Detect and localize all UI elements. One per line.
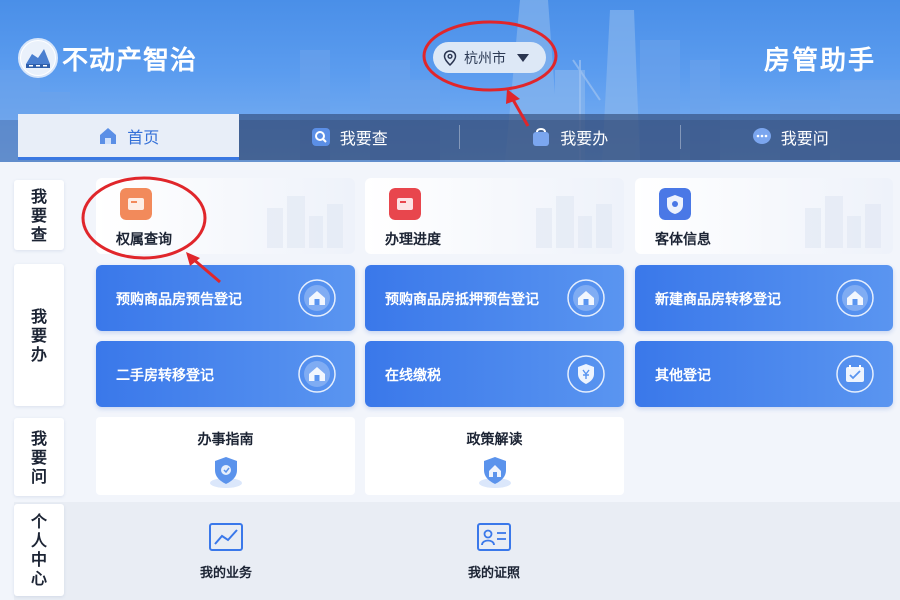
section-label-handle: 我要办 <box>14 264 64 406</box>
card-label: 权属查询 <box>116 232 172 248</box>
card-label: 预购商品房预告登记 <box>116 292 242 308</box>
personal-item-label: 我的证照 <box>467 566 520 581</box>
object-info-icon <box>659 188 691 220</box>
card-label: 在线缴税 <box>385 368 441 384</box>
card-presale-mortgage-registration[interactable]: 预购商品房抵押预告登记 <box>365 265 624 331</box>
card-label: 新建商品房转移登记 <box>655 292 781 308</box>
house-icon <box>298 355 336 393</box>
tab-label: 我要问 <box>780 129 829 148</box>
tab-query[interactable]: 我要查 <box>239 114 460 160</box>
tab-label: 我要办 <box>560 129 609 148</box>
chevron-down-icon <box>517 53 529 62</box>
guide-shield-icon <box>209 457 242 488</box>
tab-handle[interactable]: 我要办 <box>459 114 680 160</box>
card-presale-notice-registration[interactable]: 预购商品房预告登记 <box>96 265 355 331</box>
buildings-decoration <box>536 196 612 248</box>
section-label-query: 我要查 <box>14 180 64 250</box>
app-title: 不动产智治 <box>62 46 198 76</box>
card-label: 二手房转移登记 <box>116 368 214 384</box>
card-second-hand-transfer-registration[interactable]: 二手房转移登记 <box>96 341 355 407</box>
section-label-text: 个人中心 <box>30 512 47 588</box>
card-new-house-transfer-registration[interactable]: 新建商品房转移登记 <box>635 265 893 331</box>
buildings-decoration <box>267 196 343 248</box>
chat-icon <box>752 128 771 144</box>
city-selector[interactable]: 杭州市 <box>433 42 546 73</box>
section-label-ask: 我要问 <box>14 418 64 496</box>
tax-shield-icon <box>567 355 605 393</box>
house-icon <box>836 279 874 317</box>
calendar-check-icon <box>836 355 874 393</box>
section-label-personal: 个人中心 <box>14 504 64 596</box>
app-page: 不动产智治 房管助手 杭州市 首页 我要查 我要办 我要问 我要查 我要办 我要… <box>0 0 900 600</box>
header-banner: 不动产智治 房管助手 杭州市 首页 我要查 我要办 我要问 <box>0 0 900 162</box>
house-icon <box>567 279 605 317</box>
card-object-info[interactable]: 客体信息 <box>635 178 893 254</box>
my-certificates-item[interactable]: 我的证照 <box>434 508 554 588</box>
card-ownership-query[interactable]: 权属查询 <box>96 178 355 254</box>
progress-icon <box>389 188 421 220</box>
tab-home[interactable]: 首页 <box>18 114 239 160</box>
page-title: 房管助手 <box>763 46 876 76</box>
card-other-registration[interactable]: 其他登记 <box>635 341 893 407</box>
card-online-tax-payment[interactable]: 在线缴税 <box>365 341 624 407</box>
card-label: 政策解读 <box>466 432 523 448</box>
card-progress[interactable]: 办理进度 <box>365 178 624 254</box>
my-business-item[interactable]: 我的业务 <box>166 508 286 588</box>
chart-icon <box>209 523 243 551</box>
home-icon <box>100 127 117 144</box>
search-doc-icon <box>311 128 330 146</box>
section-label-text: 我要问 <box>30 428 47 486</box>
tab-label: 首页 <box>127 127 160 147</box>
buildings-decoration <box>805 196 881 248</box>
house-icon <box>298 279 336 317</box>
bag-icon <box>533 128 550 146</box>
tab-ask[interactable]: 我要问 <box>679 114 900 160</box>
card-label: 预购商品房抵押预告登记 <box>385 292 539 308</box>
id-card-icon <box>477 523 511 551</box>
section-label-text: 我要查 <box>30 186 47 244</box>
card-label: 客体信息 <box>655 232 711 248</box>
tab-label: 我要查 <box>339 129 388 148</box>
card-label: 办理进度 <box>385 232 441 248</box>
app-logo <box>18 38 58 78</box>
location-pin-icon <box>443 49 457 66</box>
card-label: 办事指南 <box>197 432 254 448</box>
main-tabbar: 首页 我要查 我要办 我要问 <box>18 114 900 160</box>
card-service-guide[interactable]: 办事指南 <box>96 417 355 495</box>
policy-house-icon <box>478 457 511 488</box>
city-label: 杭州市 <box>464 50 506 67</box>
card-policy-interpretation[interactable]: 政策解读 <box>365 417 624 495</box>
personal-item-label: 我的业务 <box>199 566 252 581</box>
ownership-query-icon <box>120 188 152 220</box>
section-label-text: 我要办 <box>30 306 47 364</box>
card-label: 其他登记 <box>655 368 711 384</box>
